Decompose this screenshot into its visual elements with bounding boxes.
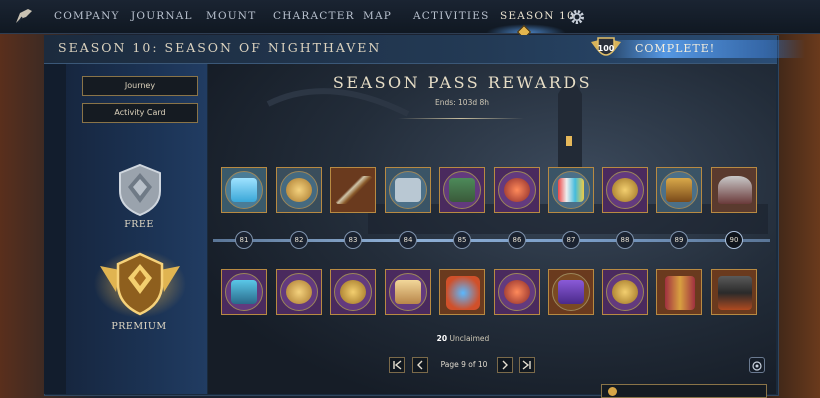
coin-stack-icon bbox=[286, 178, 312, 202]
nav-company[interactable]: COMPANY bbox=[54, 0, 120, 33]
rewards-title: SEASON PASS REWARDS bbox=[332, 73, 593, 92]
token-icon bbox=[612, 280, 638, 304]
level-node: 83 bbox=[344, 231, 362, 249]
token-icon bbox=[340, 280, 366, 304]
gem-emblem-icon bbox=[446, 276, 480, 310]
nav-season-10[interactable]: SEASON 10 bbox=[500, 0, 575, 33]
premium-reward-84[interactable] bbox=[385, 269, 431, 315]
free-tier-label: FREE bbox=[124, 219, 154, 230]
journey-button[interactable]: Journey bbox=[82, 76, 198, 96]
bottom-action-button[interactable] bbox=[601, 384, 767, 398]
armor-chest-icon bbox=[718, 276, 752, 310]
free-reward-84[interactable] bbox=[385, 167, 431, 213]
paint-pots-icon bbox=[558, 178, 584, 202]
level-node: 82 bbox=[290, 231, 308, 249]
first-page-icon bbox=[393, 360, 402, 370]
free-reward-88[interactable] bbox=[602, 167, 648, 213]
treasure-chest-icon bbox=[666, 178, 692, 202]
top-nav: COMPANY JOURNAL MOUNT CHARACTER MAP ACTI… bbox=[0, 0, 820, 40]
free-reward-85[interactable] bbox=[439, 167, 485, 213]
last-page-button[interactable] bbox=[519, 357, 535, 373]
premium-reward-86[interactable] bbox=[494, 269, 540, 315]
token-icon bbox=[612, 178, 638, 202]
chevron-right-icon bbox=[502, 360, 508, 370]
ornate-box-icon bbox=[395, 280, 421, 304]
level-node: 81 bbox=[235, 231, 253, 249]
target-icon bbox=[752, 361, 762, 371]
crystals-icon bbox=[231, 178, 257, 202]
premium-reward-90[interactable] bbox=[711, 269, 757, 315]
free-reward-83[interactable] bbox=[330, 167, 376, 213]
nav-mount[interactable]: MOUNT bbox=[206, 0, 256, 33]
coin-stack-icon bbox=[286, 280, 312, 304]
first-page-button[interactable] bbox=[389, 357, 405, 373]
free-reward-89[interactable] bbox=[656, 167, 702, 213]
level-node: 84 bbox=[399, 231, 417, 249]
level-node: 85 bbox=[453, 231, 471, 249]
sidebar-strip bbox=[44, 64, 66, 394]
unclaimed-count: 20 bbox=[436, 334, 448, 343]
coin-icon bbox=[608, 387, 617, 396]
last-page-icon bbox=[522, 360, 531, 370]
level-node: 86 bbox=[508, 231, 526, 249]
nav-map[interactable]: MAP bbox=[363, 0, 392, 33]
free-reward-90[interactable] bbox=[711, 167, 757, 213]
season-title: SEASON 10: SEASON OF NIGHTHAVEN bbox=[58, 40, 382, 55]
emblem-icon bbox=[504, 178, 530, 202]
free-reward-87[interactable] bbox=[548, 167, 594, 213]
complete-status: COMPLETE! bbox=[635, 42, 716, 55]
chevron-left-icon bbox=[417, 360, 423, 370]
free-tier-shield-icon bbox=[119, 163, 161, 217]
bow-icon bbox=[335, 176, 373, 204]
premium-reward-87[interactable] bbox=[548, 269, 594, 315]
premium-reward-82[interactable] bbox=[276, 269, 322, 315]
premium-tier-crest-icon bbox=[94, 250, 186, 318]
supply-crate-icon bbox=[395, 178, 421, 202]
chest-icon bbox=[449, 178, 475, 202]
background-castle-art bbox=[266, 74, 768, 234]
prev-page-button[interactable] bbox=[412, 357, 428, 373]
premium-reward-89[interactable] bbox=[656, 269, 702, 315]
helmet-icon bbox=[718, 176, 752, 204]
level-node: 87 bbox=[562, 231, 580, 249]
premium-reward-81[interactable] bbox=[221, 269, 267, 315]
emblem-icon bbox=[504, 280, 530, 304]
armor-pants-icon bbox=[665, 276, 695, 310]
level-node: 89 bbox=[670, 231, 688, 249]
free-reward-86[interactable] bbox=[494, 167, 540, 213]
gear-icon[interactable] bbox=[569, 9, 585, 25]
quill-logo-icon[interactable] bbox=[14, 7, 34, 25]
level-badge-number: 100 bbox=[597, 44, 615, 53]
next-page-button[interactable] bbox=[497, 357, 513, 373]
nav-journal[interactable]: JOURNAL bbox=[131, 0, 193, 33]
level-node: 90 bbox=[725, 231, 743, 249]
unclaimed-summary: 20 Unclaimed bbox=[413, 334, 513, 343]
title-divider bbox=[398, 118, 524, 119]
premium-tier-label: PREMIUM bbox=[111, 321, 167, 332]
free-reward-81[interactable] bbox=[221, 167, 267, 213]
crystal-box-icon bbox=[231, 280, 257, 304]
premium-reward-88[interactable] bbox=[602, 269, 648, 315]
page-indicator: Page 9 of 10 bbox=[440, 360, 488, 369]
pouch-icon bbox=[558, 280, 584, 304]
nav-character[interactable]: CHARACTER bbox=[273, 0, 355, 33]
premium-reward-85[interactable] bbox=[439, 269, 485, 315]
rewards-area bbox=[208, 64, 776, 394]
level-node: 88 bbox=[616, 231, 634, 249]
free-reward-82[interactable] bbox=[276, 167, 322, 213]
nav-activities[interactable]: ACTIVITIES bbox=[413, 0, 490, 33]
unclaimed-label: Unclaimed bbox=[449, 334, 490, 343]
locate-button[interactable] bbox=[749, 357, 765, 373]
activity-card-button[interactable]: Activity Card bbox=[82, 103, 198, 123]
premium-reward-83[interactable] bbox=[330, 269, 376, 315]
ends-timer: Ends: 103d 8h bbox=[434, 98, 490, 107]
